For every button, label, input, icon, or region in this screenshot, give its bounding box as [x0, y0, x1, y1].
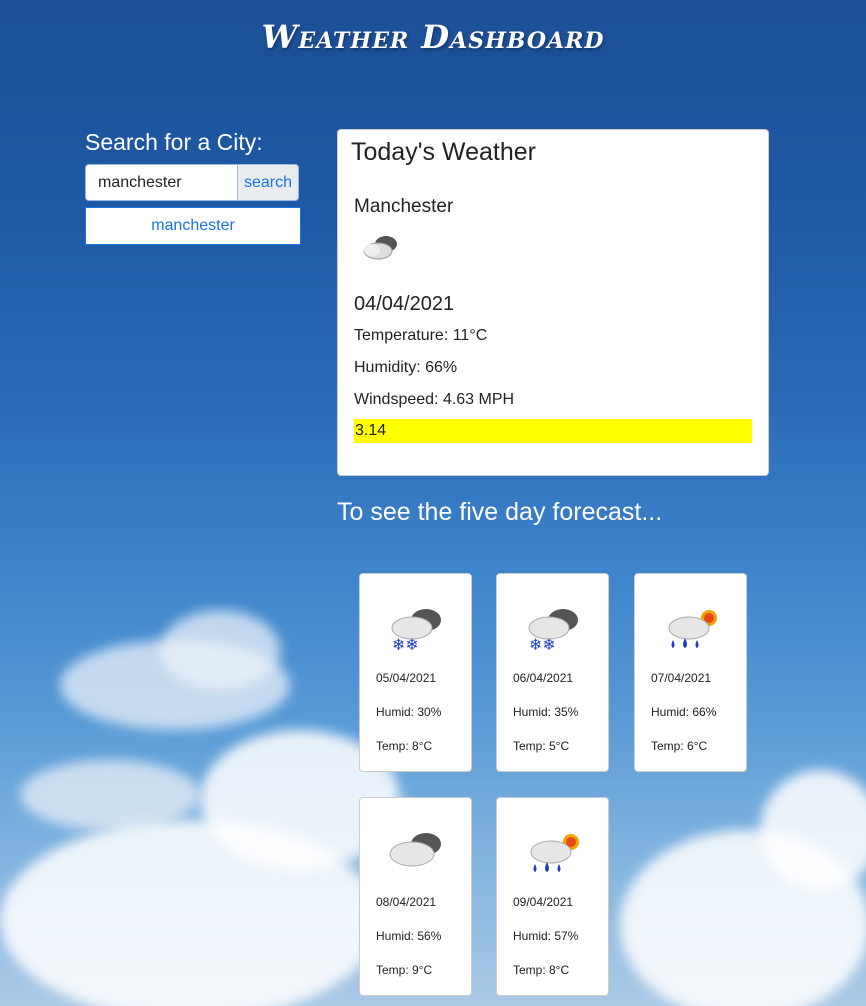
forecast-card: 09/04/2021 Humid: 57% Temp: 8°C [496, 797, 609, 996]
rain-sun-icon [668, 610, 717, 648]
forecast-temp: Temp: 8°C [376, 739, 433, 753]
city-name: Manchester [354, 196, 454, 217]
forecast-temp: Temp: 6°C [651, 739, 708, 753]
forecast-card: 07/04/2021 Humid: 66% Temp: 6°C [634, 573, 747, 772]
rain-sun-icon [530, 834, 579, 872]
history-item-manchester[interactable]: manchester [85, 207, 301, 245]
search-label: Search for a City: [85, 129, 263, 155]
today-windspeed: Windspeed: 4.63 MPH [354, 391, 515, 408]
svg-text:❄❄: ❄❄ [392, 635, 419, 654]
todays-weather-card: Today's Weather Manchester 04/04/2021 Te… [337, 129, 769, 476]
forecast-temp: Temp: 9°C [376, 963, 433, 977]
page-title: Weather Dashboard [261, 18, 605, 56]
svg-text:❄❄: ❄❄ [529, 635, 556, 654]
today-date: 04/04/2021 [354, 293, 455, 315]
today-humidity: Humidity: 66% [354, 359, 458, 376]
forecast-card: 08/04/2021 Humid: 56% Temp: 9°C [359, 797, 472, 996]
city-search-input[interactable] [85, 164, 237, 201]
forecast-humidity: Humid: 56% [376, 929, 442, 943]
forecast-card: ❄❄ 05/04/2021 Humid: 30% Temp: 8°C [359, 573, 472, 772]
forecast-humidity: Humid: 57% [513, 929, 579, 943]
forecast-temp: Temp: 5°C [513, 739, 570, 753]
snow-cloud-icon: ❄❄ [391, 609, 441, 654]
forecast-date: 08/04/2021 [376, 895, 437, 909]
cloud-icon [389, 833, 441, 867]
forecast-date: 07/04/2021 [651, 671, 712, 685]
snow-cloud-icon: ❄❄ [528, 609, 578, 654]
forecast-date: 05/04/2021 [376, 671, 437, 685]
partly-cloudy-icon [363, 236, 397, 260]
forecast-date: 06/04/2021 [513, 671, 574, 685]
search-button[interactable]: search [237, 164, 299, 201]
forecast-temp: Temp: 8°C [513, 963, 570, 977]
todays-weather-heading: Today's Weather [351, 138, 536, 166]
forecast-humidity: Humid: 66% [651, 705, 717, 719]
background-cloud [160, 610, 280, 690]
today-temperature: Temperature: 11°C [354, 327, 488, 344]
forecast-date: 09/04/2021 [513, 895, 574, 909]
forecast-humidity: Humid: 35% [513, 705, 579, 719]
forecast-card: ❄❄ 06/04/2021 Humid: 35% Temp: 5°C [496, 573, 609, 772]
forecast-heading: To see the five day forecast... [337, 498, 663, 526]
uv-index-badge: 3.14 [354, 419, 752, 443]
forecast-humidity: Humid: 30% [376, 705, 442, 719]
